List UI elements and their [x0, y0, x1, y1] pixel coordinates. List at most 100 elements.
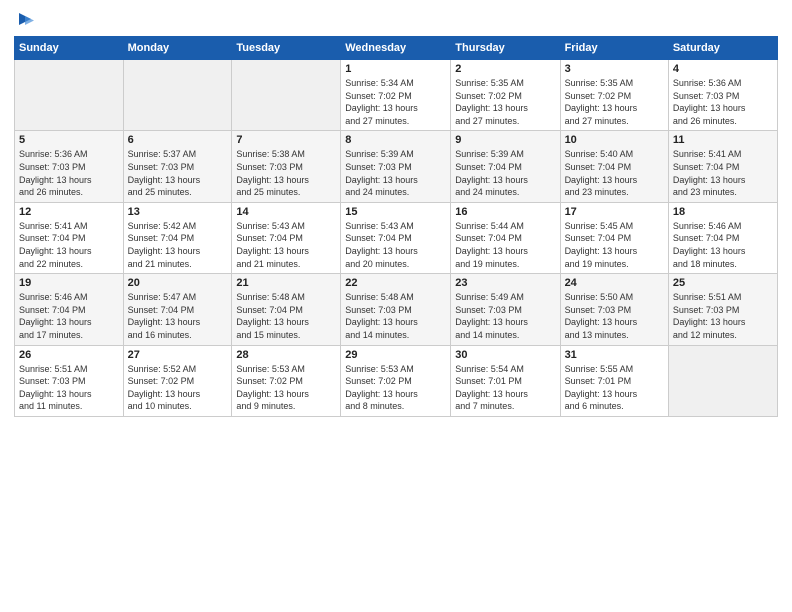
day-info: Sunrise: 5:51 AM Sunset: 7:03 PM Dayligh… [673, 291, 773, 341]
calendar-table: SundayMondayTuesdayWednesdayThursdayFrid… [14, 36, 778, 417]
calendar-cell [123, 60, 232, 131]
day-info: Sunrise: 5:49 AM Sunset: 7:03 PM Dayligh… [455, 291, 555, 341]
day-number: 4 [673, 63, 773, 75]
calendar-week-2: 5Sunrise: 5:36 AM Sunset: 7:03 PM Daylig… [15, 131, 778, 202]
day-number: 18 [673, 206, 773, 218]
day-number: 10 [565, 134, 664, 146]
day-number: 7 [236, 134, 336, 146]
day-info: Sunrise: 5:35 AM Sunset: 7:02 PM Dayligh… [455, 77, 555, 127]
day-info: Sunrise: 5:47 AM Sunset: 7:04 PM Dayligh… [128, 291, 228, 341]
day-info: Sunrise: 5:48 AM Sunset: 7:03 PM Dayligh… [345, 291, 446, 341]
calendar-cell: 4 Sunrise: 5:36 AM Sunset: 7:03 PM Daylig… [668, 60, 777, 131]
day-info: Sunrise: 5:53 AM Sunset: 7:02 PM Dayligh… [345, 363, 446, 413]
calendar-cell: 14 Sunrise: 5:43 AM Sunset: 7:04 PM Dayli… [232, 202, 341, 273]
day-number: 16 [455, 206, 555, 218]
day-number: 6 [128, 134, 228, 146]
calendar-header-wednesday: Wednesday [341, 37, 451, 60]
day-info: Sunrise: 5:46 AM Sunset: 7:04 PM Dayligh… [673, 220, 773, 270]
day-info: Sunrise: 5:51 AM Sunset: 7:03 PM Dayligh… [19, 363, 119, 413]
day-number: 20 [128, 277, 228, 289]
calendar-cell: 21 Sunrise: 5:48 AM Sunset: 7:04 PM Dayli… [232, 274, 341, 345]
calendar-cell: 27 Sunrise: 5:52 AM Sunset: 7:02 PM Dayli… [123, 345, 232, 416]
day-number: 12 [19, 206, 119, 218]
calendar-header-sunday: Sunday [15, 37, 124, 60]
day-info: Sunrise: 5:34 AM Sunset: 7:02 PM Dayligh… [345, 77, 446, 127]
calendar-cell: 29 Sunrise: 5:53 AM Sunset: 7:02 PM Dayli… [341, 345, 451, 416]
day-info: Sunrise: 5:40 AM Sunset: 7:04 PM Dayligh… [565, 148, 664, 198]
calendar-header-row: SundayMondayTuesdayWednesdayThursdayFrid… [15, 37, 778, 60]
day-info: Sunrise: 5:36 AM Sunset: 7:03 PM Dayligh… [673, 77, 773, 127]
calendar-cell [15, 60, 124, 131]
day-info: Sunrise: 5:46 AM Sunset: 7:04 PM Dayligh… [19, 291, 119, 341]
day-info: Sunrise: 5:54 AM Sunset: 7:01 PM Dayligh… [455, 363, 555, 413]
day-number: 22 [345, 277, 446, 289]
day-number: 5 [19, 134, 119, 146]
logo [14, 12, 34, 28]
day-info: Sunrise: 5:39 AM Sunset: 7:04 PM Dayligh… [455, 148, 555, 198]
day-number: 2 [455, 63, 555, 75]
day-info: Sunrise: 5:43 AM Sunset: 7:04 PM Dayligh… [236, 220, 336, 270]
day-info: Sunrise: 5:44 AM Sunset: 7:04 PM Dayligh… [455, 220, 555, 270]
day-number: 1 [345, 63, 446, 75]
day-number: 25 [673, 277, 773, 289]
calendar-cell: 10 Sunrise: 5:40 AM Sunset: 7:04 PM Dayli… [560, 131, 668, 202]
day-number: 3 [565, 63, 664, 75]
day-info: Sunrise: 5:53 AM Sunset: 7:02 PM Dayligh… [236, 363, 336, 413]
calendar-week-4: 19 Sunrise: 5:46 AM Sunset: 7:04 PM Dayli… [15, 274, 778, 345]
day-number: 26 [19, 349, 119, 361]
day-info: Sunrise: 5:43 AM Sunset: 7:04 PM Dayligh… [345, 220, 446, 270]
day-number: 8 [345, 134, 446, 146]
calendar-cell: 6Sunrise: 5:37 AM Sunset: 7:03 PM Daylig… [123, 131, 232, 202]
calendar-cell: 17Sunrise: 5:45 AM Sunset: 7:04 PM Dayli… [560, 202, 668, 273]
calendar-cell: 26 Sunrise: 5:51 AM Sunset: 7:03 PM Dayli… [15, 345, 124, 416]
calendar-header-saturday: Saturday [668, 37, 777, 60]
day-info: Sunrise: 5:39 AM Sunset: 7:03 PM Dayligh… [345, 148, 446, 198]
day-info: Sunrise: 5:48 AM Sunset: 7:04 PM Dayligh… [236, 291, 336, 341]
day-number: 15 [345, 206, 446, 218]
calendar-cell [668, 345, 777, 416]
calendar-header-thursday: Thursday [451, 37, 560, 60]
calendar-header-monday: Monday [123, 37, 232, 60]
day-number: 11 [673, 134, 773, 146]
calendar-cell: 28 Sunrise: 5:53 AM Sunset: 7:02 PM Dayli… [232, 345, 341, 416]
calendar-cell: 3 Sunrise: 5:35 AM Sunset: 7:02 PM Daylig… [560, 60, 668, 131]
calendar-week-3: 12 Sunrise: 5:41 AM Sunset: 7:04 PM Dayli… [15, 202, 778, 273]
calendar-cell: 9 Sunrise: 5:39 AM Sunset: 7:04 PM Daylig… [451, 131, 560, 202]
day-number: 30 [455, 349, 555, 361]
day-info: Sunrise: 5:35 AM Sunset: 7:02 PM Dayligh… [565, 77, 664, 127]
day-info: Sunrise: 5:41 AM Sunset: 7:04 PM Dayligh… [19, 220, 119, 270]
calendar-week-1: 1 Sunrise: 5:34 AM Sunset: 7:02 PM Daylig… [15, 60, 778, 131]
day-number: 17 [565, 206, 664, 218]
calendar-cell: 5Sunrise: 5:36 AM Sunset: 7:03 PM Daylig… [15, 131, 124, 202]
day-number: 21 [236, 277, 336, 289]
page: SundayMondayTuesdayWednesdayThursdayFrid… [0, 0, 792, 612]
calendar-cell: 19 Sunrise: 5:46 AM Sunset: 7:04 PM Dayli… [15, 274, 124, 345]
day-number: 9 [455, 134, 555, 146]
day-number: 29 [345, 349, 446, 361]
day-info: Sunrise: 5:41 AM Sunset: 7:04 PM Dayligh… [673, 148, 773, 198]
calendar-cell: 24 Sunrise: 5:50 AM Sunset: 7:03 PM Dayli… [560, 274, 668, 345]
calendar-cell: 12 Sunrise: 5:41 AM Sunset: 7:04 PM Dayli… [15, 202, 124, 273]
day-number: 23 [455, 277, 555, 289]
calendar-cell: 15 Sunrise: 5:43 AM Sunset: 7:04 PM Dayli… [341, 202, 451, 273]
calendar-cell: 23 Sunrise: 5:49 AM Sunset: 7:03 PM Dayli… [451, 274, 560, 345]
day-info: Sunrise: 5:55 AM Sunset: 7:01 PM Dayligh… [565, 363, 664, 413]
calendar-cell: 18 Sunrise: 5:46 AM Sunset: 7:04 PM Dayli… [668, 202, 777, 273]
day-number: 24 [565, 277, 664, 289]
calendar-cell: 31 Sunrise: 5:55 AM Sunset: 7:01 PM Dayli… [560, 345, 668, 416]
day-info: Sunrise: 5:52 AM Sunset: 7:02 PM Dayligh… [128, 363, 228, 413]
day-number: 28 [236, 349, 336, 361]
day-number: 27 [128, 349, 228, 361]
day-number: 19 [19, 277, 119, 289]
calendar-cell [232, 60, 341, 131]
header [14, 12, 778, 28]
calendar-cell: 13Sunrise: 5:42 AM Sunset: 7:04 PM Dayli… [123, 202, 232, 273]
calendar-cell: 11 Sunrise: 5:41 AM Sunset: 7:04 PM Dayli… [668, 131, 777, 202]
calendar-header-friday: Friday [560, 37, 668, 60]
day-info: Sunrise: 5:42 AM Sunset: 7:04 PM Dayligh… [128, 220, 228, 270]
calendar-cell: 30 Sunrise: 5:54 AM Sunset: 7:01 PM Dayli… [451, 345, 560, 416]
calendar-cell: 7Sunrise: 5:38 AM Sunset: 7:03 PM Daylig… [232, 131, 341, 202]
day-number: 31 [565, 349, 664, 361]
day-number: 14 [236, 206, 336, 218]
day-info: Sunrise: 5:50 AM Sunset: 7:03 PM Dayligh… [565, 291, 664, 341]
